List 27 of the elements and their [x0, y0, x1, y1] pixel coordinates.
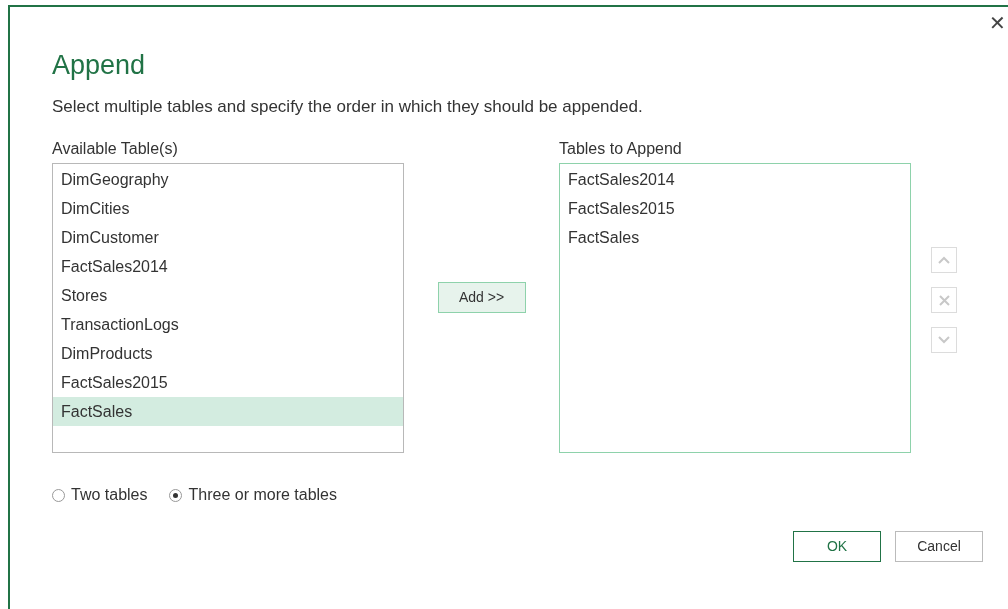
list-item[interactable]: DimCities	[53, 194, 403, 223]
list-item[interactable]: FactSales2015	[560, 194, 910, 223]
radio-button[interactable]	[52, 488, 65, 502]
cancel-button[interactable]: Cancel	[895, 531, 983, 562]
dialog-title: Append	[52, 49, 147, 82]
radio-button[interactable]	[169, 488, 183, 502]
list-item[interactable]: Stores	[53, 281, 403, 310]
list-item[interactable]: FactSales2015	[53, 368, 403, 397]
close-icon	[938, 294, 950, 306]
radio-label: Three or more tables	[188, 485, 337, 505]
list-item[interactable]: FactSales	[560, 223, 910, 252]
list-item[interactable]: DimGeography	[53, 165, 403, 194]
chevron-up-icon	[938, 256, 950, 264]
list-item[interactable]: FactSales	[53, 397, 403, 426]
ok-button[interactable]: OK	[793, 531, 881, 562]
list-label: Tables to Append	[559, 139, 683, 159]
radio-label: Two tables	[71, 485, 148, 505]
list-item[interactable]: FactSales2014	[560, 165, 910, 194]
close-button[interactable]: ✕	[989, 13, 1006, 33]
description: Select multiple tables and specify the order in which they should be appended.	[52, 96, 644, 118]
list-item[interactable]: DimCustomer	[53, 223, 403, 252]
list-item[interactable]: DimProducts	[53, 339, 403, 368]
list-label: Available Table(s)	[52, 139, 179, 159]
chevron-down-icon	[938, 336, 950, 344]
add-button[interactable]: Add >>	[437, 282, 526, 313]
list-item[interactable]: TransactionLogs	[53, 310, 403, 339]
list-item[interactable]: FactSales2014	[53, 252, 403, 281]
